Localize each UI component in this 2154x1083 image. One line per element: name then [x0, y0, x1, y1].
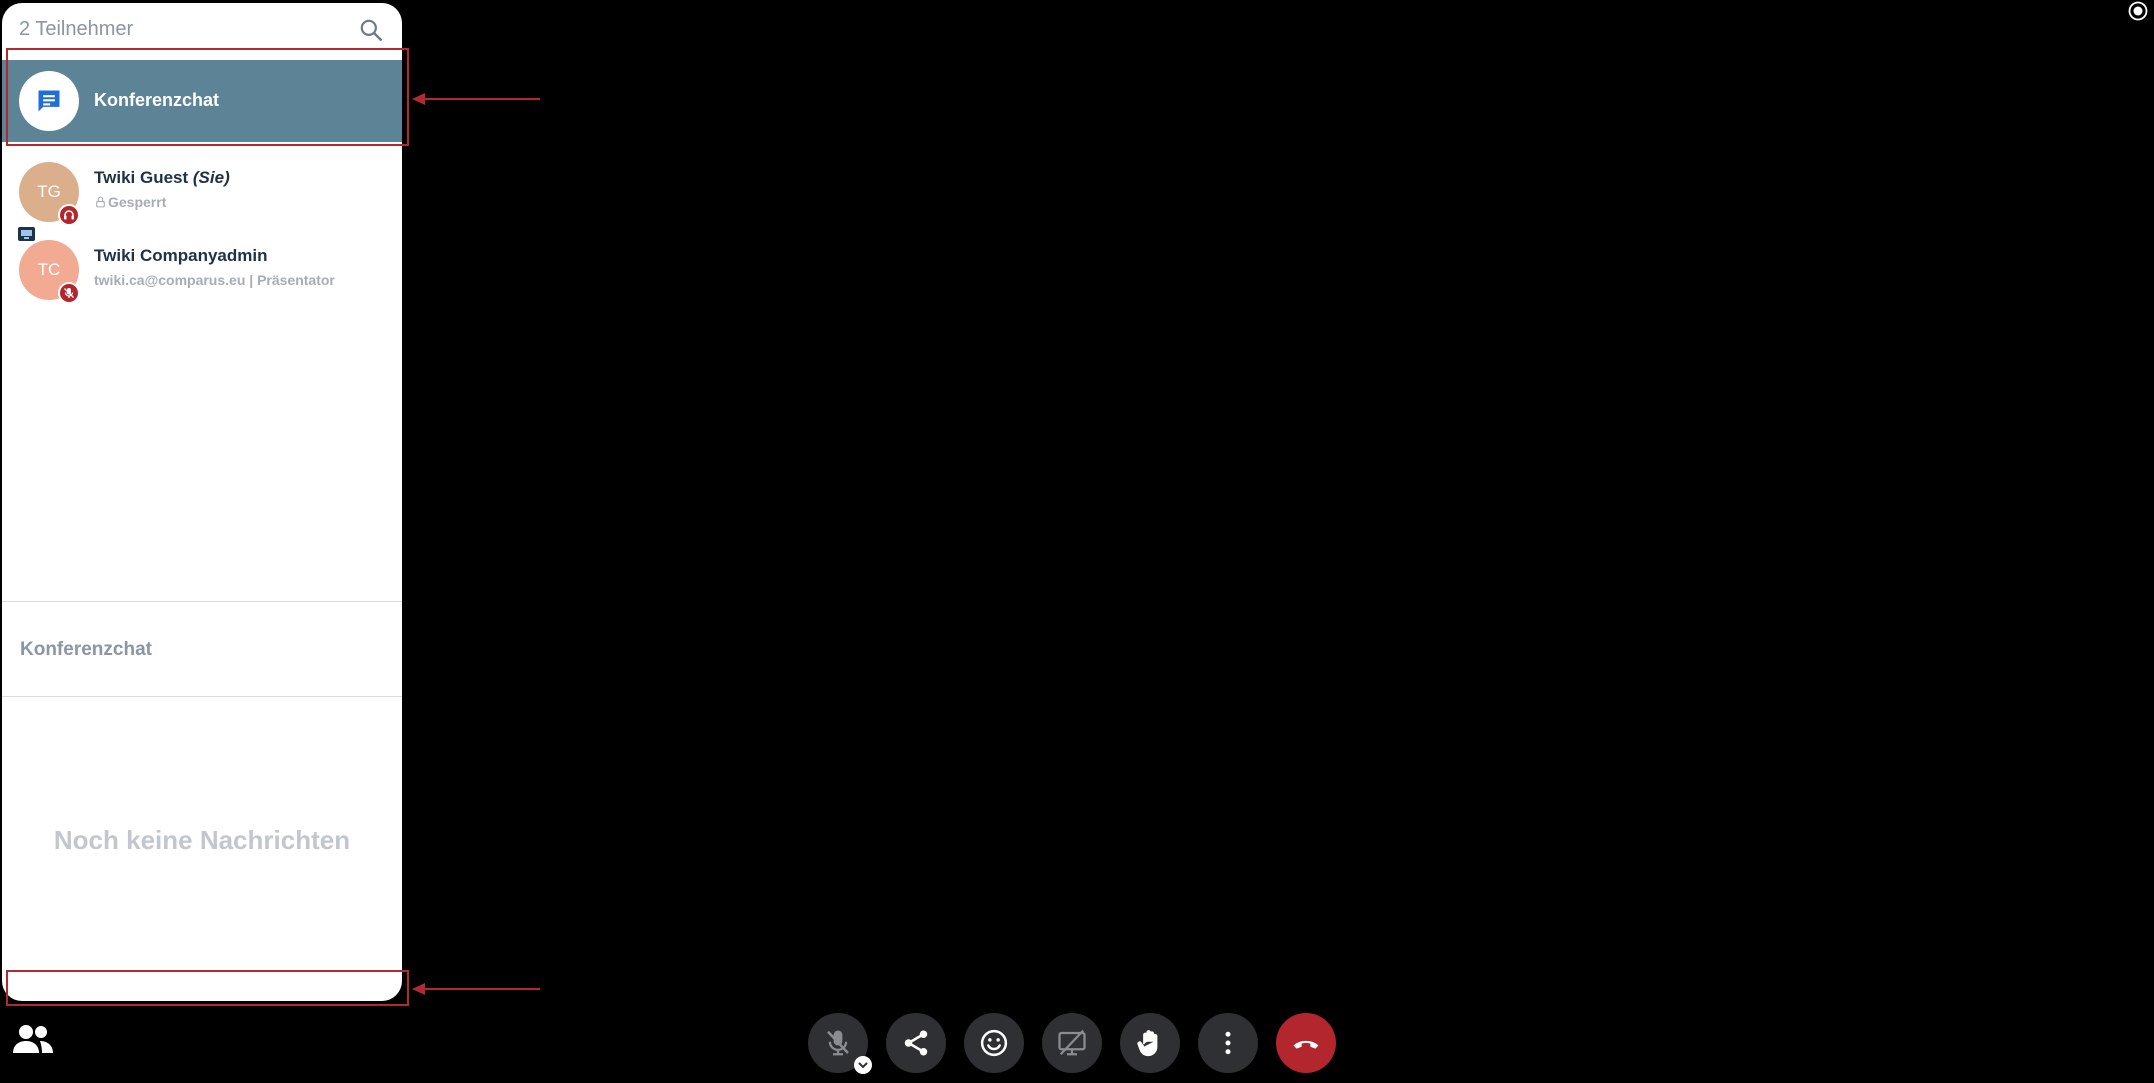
empty-chat-message: Noch keine Nachrichten	[53, 825, 351, 855]
reactions-button[interactable]	[964, 1013, 1024, 1073]
participant-name: Twiki Companyadmin	[94, 246, 268, 265]
people-icon	[13, 1025, 53, 1053]
divider	[2, 696, 402, 697]
chat-icon	[38, 90, 60, 112]
microphone-options-button[interactable]	[854, 1056, 872, 1074]
more-vertical-icon	[1225, 1031, 1231, 1055]
mic-off-icon	[827, 1030, 849, 1056]
participant-status: Gesperrt	[94, 194, 166, 210]
participant-status: twiki.ca@comparus.eu | Präsentator	[94, 272, 335, 288]
audio-status-badge	[58, 204, 80, 226]
screen-share-off-icon	[1058, 1029, 1086, 1056]
panel-header: 2 Teilnehmer	[2, 3, 402, 55]
hand-icon	[1137, 1030, 1158, 1057]
you-label: (Sie)	[192, 168, 230, 187]
participants-toggle-button[interactable]	[12, 1023, 54, 1055]
annotation-arrow	[412, 93, 540, 105]
more-options-button[interactable]	[1198, 1013, 1258, 1073]
screen-share-button[interactable]	[1042, 1013, 1102, 1073]
conference-chat-item[interactable]: Konferenzchat	[2, 60, 402, 142]
share-icon	[904, 1030, 928, 1056]
phone-hangup-icon	[1293, 1040, 1319, 1049]
lock-icon	[96, 196, 105, 208]
smiley-icon	[980, 1029, 1008, 1057]
chat-avatar	[19, 71, 79, 131]
hang-up-button[interactable]	[1276, 1013, 1336, 1073]
audio-status-badge	[58, 282, 80, 304]
mic-off-icon	[64, 288, 74, 298]
participant-name: Twiki Guest (Sie)	[94, 168, 230, 187]
raise-hand-button[interactable]	[1120, 1013, 1180, 1073]
share-button[interactable]	[886, 1013, 946, 1073]
search-icon[interactable]	[358, 17, 386, 45]
participant-item[interactable]: TC Twiki Companyadmin twiki.ca@comparus.…	[2, 227, 402, 308]
participants-panel: 2 Teilnehmer Konferenzchat TG Twiki Gues…	[2, 3, 402, 1001]
chat-heading: Konferenzchat	[20, 639, 152, 660]
annotation-arrow	[412, 983, 540, 995]
participant-item[interactable]: TG Twiki Guest (Sie) Gesperrt	[2, 158, 402, 230]
participants-count: 2 Teilnehmer	[19, 18, 134, 40]
chevron-down-icon	[858, 1062, 868, 1069]
divider	[2, 601, 402, 602]
headphones-icon	[64, 210, 74, 220]
conference-chat-label: Konferenzchat	[94, 90, 220, 110]
record-icon[interactable]	[2128, 1, 2148, 21]
presenter-screen-icon	[18, 227, 35, 241]
